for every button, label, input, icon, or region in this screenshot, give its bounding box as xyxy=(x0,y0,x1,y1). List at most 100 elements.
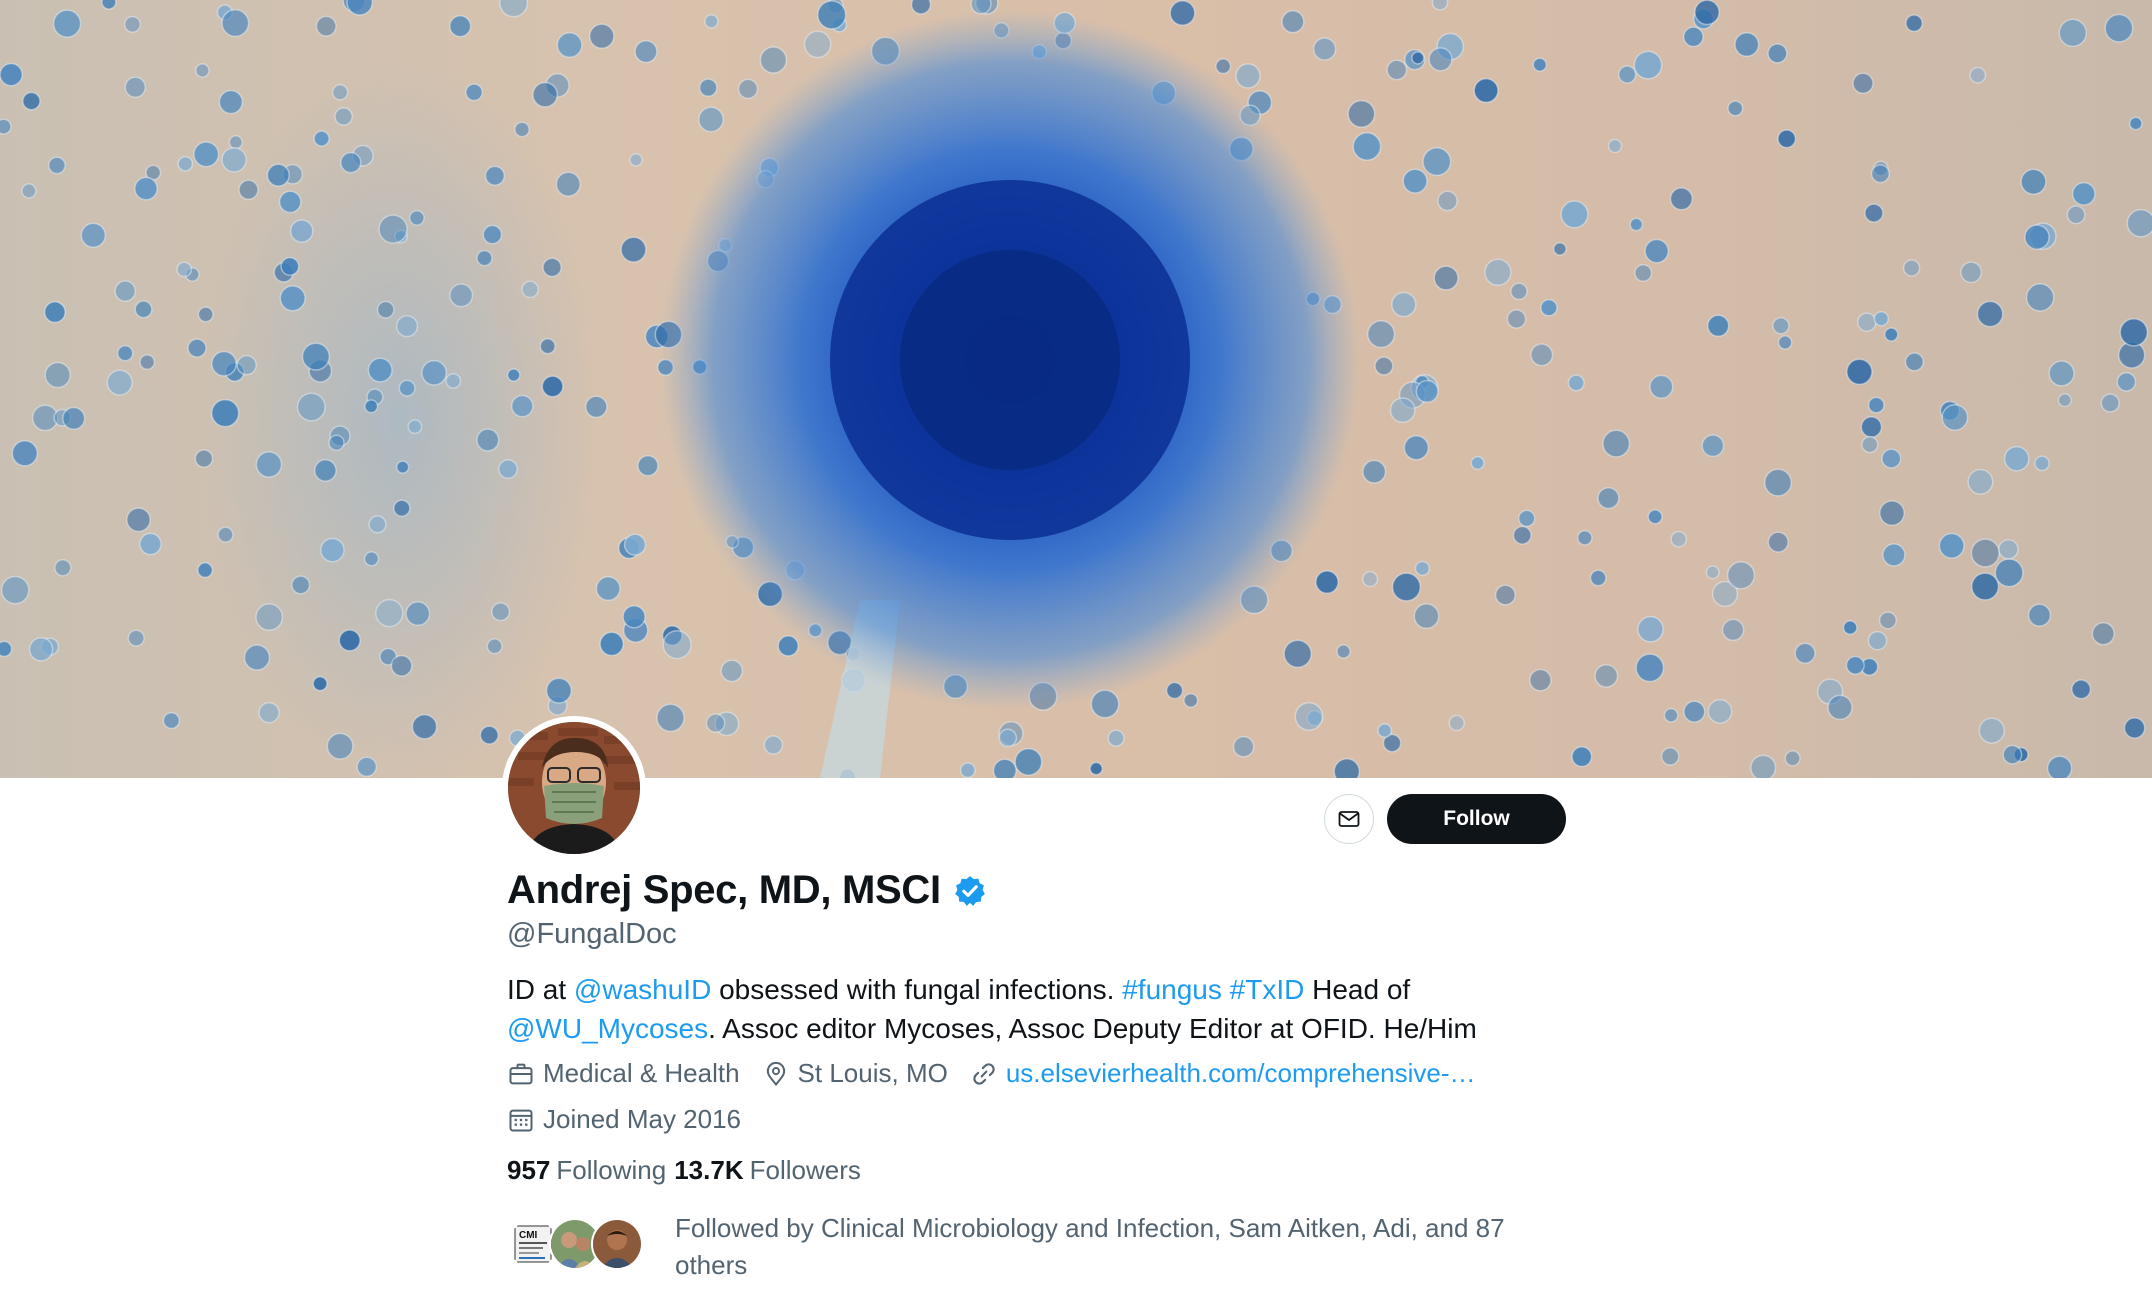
banner-spore xyxy=(134,300,153,319)
banner-spore xyxy=(698,78,718,98)
banner-spore xyxy=(238,179,259,201)
bio-hashtag-txid[interactable]: #TxID xyxy=(1230,974,1305,1005)
banner-spore xyxy=(0,575,30,605)
banner-spore xyxy=(289,219,314,243)
banner-spore xyxy=(1315,570,1339,595)
banner-spore xyxy=(705,713,726,733)
following-label: Following xyxy=(556,1155,667,1185)
banner-spore xyxy=(2126,208,2152,238)
banner-spore xyxy=(340,151,362,174)
banner-spore xyxy=(0,118,12,135)
banner-spore xyxy=(959,762,976,778)
banner-spore xyxy=(599,631,625,657)
banner-spore xyxy=(1644,238,1670,264)
follower-photo xyxy=(593,1220,641,1268)
banner-spore xyxy=(197,306,214,323)
banner-spore xyxy=(1517,509,1536,528)
banner-spore xyxy=(2091,622,2115,646)
banner-spore xyxy=(1938,532,1965,559)
banner-spore xyxy=(629,152,643,167)
banner-spore xyxy=(1494,584,1516,606)
banner-spore xyxy=(1532,57,1548,72)
banner-spore xyxy=(2048,360,2075,387)
banner-spore xyxy=(2057,393,2072,408)
banner-spore xyxy=(482,224,503,245)
banner-spore xyxy=(243,644,271,671)
verified-badge-icon[interactable] xyxy=(953,874,987,908)
bio-mention-washuid[interactable]: @washuID xyxy=(574,974,711,1005)
banner-spore xyxy=(176,261,193,278)
profile-name-row: Andrej Spec, MD, MSCI xyxy=(507,868,987,913)
banner-spore xyxy=(1635,653,1665,683)
profile-location: St Louis, MO xyxy=(762,1058,948,1089)
banner-spore xyxy=(1870,164,1890,184)
banner-spore xyxy=(408,209,425,226)
banner-spore xyxy=(363,551,380,567)
category-label: Medical & Health xyxy=(543,1058,740,1088)
banner-spore xyxy=(1777,129,1797,149)
banner-spore xyxy=(320,537,345,563)
website-link[interactable]: us.elsevierhealth.com/comprehensive-… xyxy=(1006,1058,1476,1089)
banner-spore xyxy=(510,394,534,418)
banner-spore xyxy=(737,78,759,100)
banner-spore xyxy=(1867,630,1888,651)
followers-label: Followers xyxy=(749,1155,861,1185)
banner-spore xyxy=(139,354,156,371)
profile-avatar[interactable] xyxy=(502,716,646,860)
banner-spore xyxy=(326,732,354,760)
banner-spore xyxy=(992,758,1017,778)
banner-spore xyxy=(1867,396,1885,414)
banner-spore xyxy=(395,460,410,474)
banner-spore xyxy=(364,399,379,414)
banner-spore xyxy=(47,156,66,175)
banner-spore xyxy=(334,107,353,126)
banner-spore xyxy=(367,357,393,383)
followers-stat[interactable]: 13.7K Followers xyxy=(674,1155,861,1186)
banner-spore xyxy=(634,39,658,64)
banner-spore xyxy=(803,30,832,59)
banner-spore xyxy=(2034,455,2050,472)
banner-spore xyxy=(1428,47,1453,72)
banner-spore xyxy=(1884,327,1899,342)
banner-spore xyxy=(395,315,419,338)
banner-spore xyxy=(1362,459,1387,484)
banner-spore xyxy=(1402,168,1428,194)
profile-banner-image[interactable] xyxy=(0,0,2152,778)
banner-spore xyxy=(1576,529,1593,546)
banner-spore xyxy=(514,121,530,138)
banner-spore xyxy=(2104,13,2134,43)
banner-spore xyxy=(2116,372,2137,392)
banner-spore xyxy=(1165,681,1184,700)
followed-by-text[interactable]: Followed by Clinical Microbiology and In… xyxy=(675,1210,1555,1284)
bio-hashtag-fungus[interactable]: #fungus xyxy=(1122,974,1222,1005)
following-stat[interactable]: 957 Following xyxy=(507,1155,666,1186)
banner-spore xyxy=(1726,561,1756,590)
banner-spore xyxy=(1767,43,1788,64)
banner-spore xyxy=(1960,261,1983,284)
followers-count: 13.7K xyxy=(674,1155,744,1185)
banner-spore xyxy=(542,257,562,278)
banner-spore xyxy=(1597,486,1620,510)
bio-text: Head of xyxy=(1304,974,1411,1005)
banner-spore xyxy=(1571,746,1593,768)
banner-spore xyxy=(1767,531,1789,553)
banner-spore xyxy=(1512,525,1532,545)
banner-spore xyxy=(80,222,107,249)
banner-spore xyxy=(405,601,431,627)
message-button[interactable] xyxy=(1324,794,1374,844)
profile-website[interactable]: us.elsevierhealth.com/comprehensive-… xyxy=(970,1058,1476,1089)
follow-button[interactable]: Follow xyxy=(1387,794,1566,844)
banner-spore xyxy=(2123,717,2146,739)
banner-spore xyxy=(278,190,302,214)
bio-mention-wu-mycoses[interactable]: @WU_Mycoses xyxy=(507,1013,708,1044)
banner-spore xyxy=(1411,51,1425,65)
joined-date: Joined May 2016 xyxy=(507,1104,741,1135)
banner-spore xyxy=(296,392,326,422)
banner-spore xyxy=(162,711,181,730)
banner-spore xyxy=(2027,603,2052,627)
banner-spore xyxy=(328,434,345,451)
banner-spore xyxy=(338,629,361,652)
banner-spore xyxy=(1391,291,1417,318)
banner-spore xyxy=(1352,132,1382,161)
banner-spore xyxy=(2100,393,2120,413)
